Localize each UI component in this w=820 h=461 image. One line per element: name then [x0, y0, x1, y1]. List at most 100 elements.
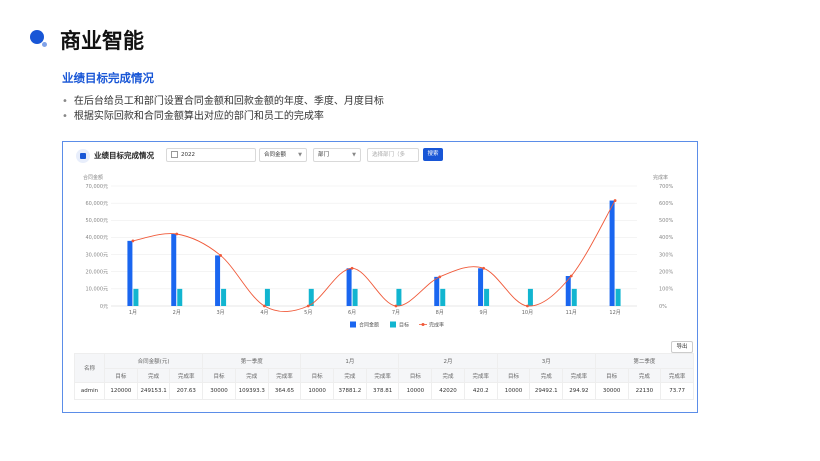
- chart-point: [526, 304, 529, 308]
- x-tick-label: 6月: [348, 310, 356, 316]
- legend-swatch: [350, 321, 356, 328]
- x-tick-label: 2月: [173, 310, 181, 316]
- table-cell: 249153.1: [136, 382, 171, 400]
- table-subheader: 目标: [104, 368, 138, 383]
- y-right-tick-label: 200%: [659, 270, 674, 276]
- x-tick-label: 7月: [392, 310, 400, 316]
- table-cell: 10000: [496, 382, 531, 400]
- table-subheader: 目标: [202, 368, 236, 383]
- legend-label: 合同金额: [359, 322, 379, 329]
- bullet-item: 根据实际回款和合同金额算出对应的部门和员工的完成率: [62, 109, 384, 124]
- x-tick-label: 11月: [566, 310, 577, 316]
- y-left-tick-label: 40,000元: [86, 235, 109, 241]
- table-cell: 37881.2: [333, 382, 367, 400]
- chart-bar: [127, 240, 133, 306]
- chart-point: [131, 239, 135, 243]
- report-panel: 业绩目标完成情况 2022 合同金额 ▼ 部门 ▼ 选择部门（多 搜索 合同金额 完成…: [62, 141, 698, 413]
- chart-bar: [346, 268, 352, 306]
- table-cell: 294.92: [562, 382, 596, 400]
- x-tick-label: 12月: [609, 310, 620, 316]
- chart-point: [482, 266, 485, 270]
- feature-bullets: 在后台给员工和部门设置合同金额和回款金额的年度、季度、月度目标 根据实际回款和合…: [62, 94, 384, 124]
- y-left-tick-label: 20,000元: [86, 270, 109, 276]
- table-cell: 30000: [594, 382, 629, 400]
- table-subheader: 完成: [136, 368, 171, 383]
- chart-bar: [527, 288, 533, 306]
- table-cell-name: admin: [74, 382, 105, 400]
- legend-label: 完成率: [429, 322, 444, 329]
- legend-label: 目标: [399, 322, 409, 329]
- page-title: 商业智能: [60, 29, 144, 53]
- table-header-name: 名称: [74, 353, 105, 383]
- y-right-tick-label: 700%: [659, 184, 674, 190]
- bullet-item: 在后台给员工和部门设置合同金额和回款金额的年度、季度、月度目标: [62, 94, 384, 109]
- chart-bar: [352, 288, 358, 306]
- chart-bar: [484, 288, 490, 306]
- table-cell: 22130: [627, 382, 662, 400]
- table-group-header: 第一季度: [202, 353, 302, 369]
- chart-point: [394, 304, 398, 308]
- table-subheader: 完成率: [660, 368, 694, 383]
- y-left-tick-label: 50,000元: [86, 218, 109, 224]
- table-group-header: 1月: [300, 353, 400, 369]
- chart-bar: [434, 276, 440, 306]
- table-row: admin 120000 249153.1 207.63 30000 109393.3 36…: [74, 382, 694, 400]
- x-tick-label: 8月: [436, 310, 444, 316]
- table-cell: 420.2: [463, 382, 498, 400]
- chart-point: [613, 199, 617, 202]
- chart-line: [132, 200, 616, 312]
- y-right-tick-label: 500%: [659, 218, 674, 224]
- x-tick-label: 1月: [129, 310, 137, 316]
- table-subheader: 完成: [333, 368, 367, 383]
- y-left-tick-label: 30,000元: [86, 252, 109, 258]
- chart-point: [175, 232, 179, 236]
- x-tick-label: 4月: [260, 310, 268, 316]
- table-subheader: 完成率: [267, 368, 302, 383]
- x-tick-label: 10月: [522, 310, 533, 316]
- x-tick-label: 3月: [216, 310, 224, 316]
- chart-bar: [264, 288, 270, 306]
- chart-bar: [133, 288, 139, 306]
- chart-point: [438, 275, 442, 279]
- table-subheader: 目标: [300, 368, 335, 383]
- chart-point: [569, 274, 573, 278]
- chart-bar: [177, 288, 183, 306]
- y-right-tick-label: 0%: [659, 304, 667, 310]
- table-cell: 378.81: [365, 382, 400, 400]
- table-cell: 364.65: [267, 382, 302, 400]
- chart-bar: [609, 200, 615, 306]
- table-cell: 109393.3: [234, 382, 269, 400]
- table-subheader: 目标: [594, 368, 629, 383]
- table-cell: 10000: [398, 382, 433, 400]
- table-cell: 30000: [202, 382, 236, 400]
- section-subtitle: 业绩目标完成情况: [62, 71, 154, 85]
- chart-bar: [396, 288, 402, 306]
- table-cell: 73.77: [660, 382, 694, 400]
- y-right-tick-label: 400%: [659, 235, 674, 241]
- chart-bar: [171, 234, 177, 306]
- table-subheader: 目标: [496, 368, 531, 383]
- table-group-header: 3月: [496, 353, 596, 369]
- table-subheader: 完成: [431, 368, 465, 383]
- chart-point: [306, 304, 310, 308]
- table-subheader: 完成: [627, 368, 662, 383]
- table-cell: 207.63: [169, 382, 204, 400]
- y-axis-left-title: 合同金额: [83, 174, 103, 181]
- y-axis-right-title: 完成率: [653, 174, 668, 181]
- table-subheader: 完成率: [365, 368, 400, 383]
- chart-bar: [565, 276, 571, 306]
- chart-point: [263, 304, 266, 308]
- performance-chart: 合同金额 完成率0元10,000元20,000元30,000元40,000元50,…: [83, 174, 674, 329]
- y-right-tick-label: 600%: [659, 201, 674, 207]
- table-group-header: 合同金额(元): [103, 353, 204, 369]
- table-subheader: 完成: [529, 368, 564, 383]
- chart-bar: [571, 288, 577, 306]
- x-tick-label: 9月: [479, 310, 487, 316]
- table-cell: 29492.1: [529, 382, 564, 400]
- table-subheader: 完成率: [169, 368, 204, 383]
- y-left-tick-label: 10,000元: [86, 287, 109, 293]
- table-subheader: 目标: [398, 368, 433, 383]
- export-button[interactable]: 导出: [671, 341, 693, 353]
- table-cell: 120000: [104, 382, 138, 400]
- y-right-tick-label: 300%: [659, 252, 674, 258]
